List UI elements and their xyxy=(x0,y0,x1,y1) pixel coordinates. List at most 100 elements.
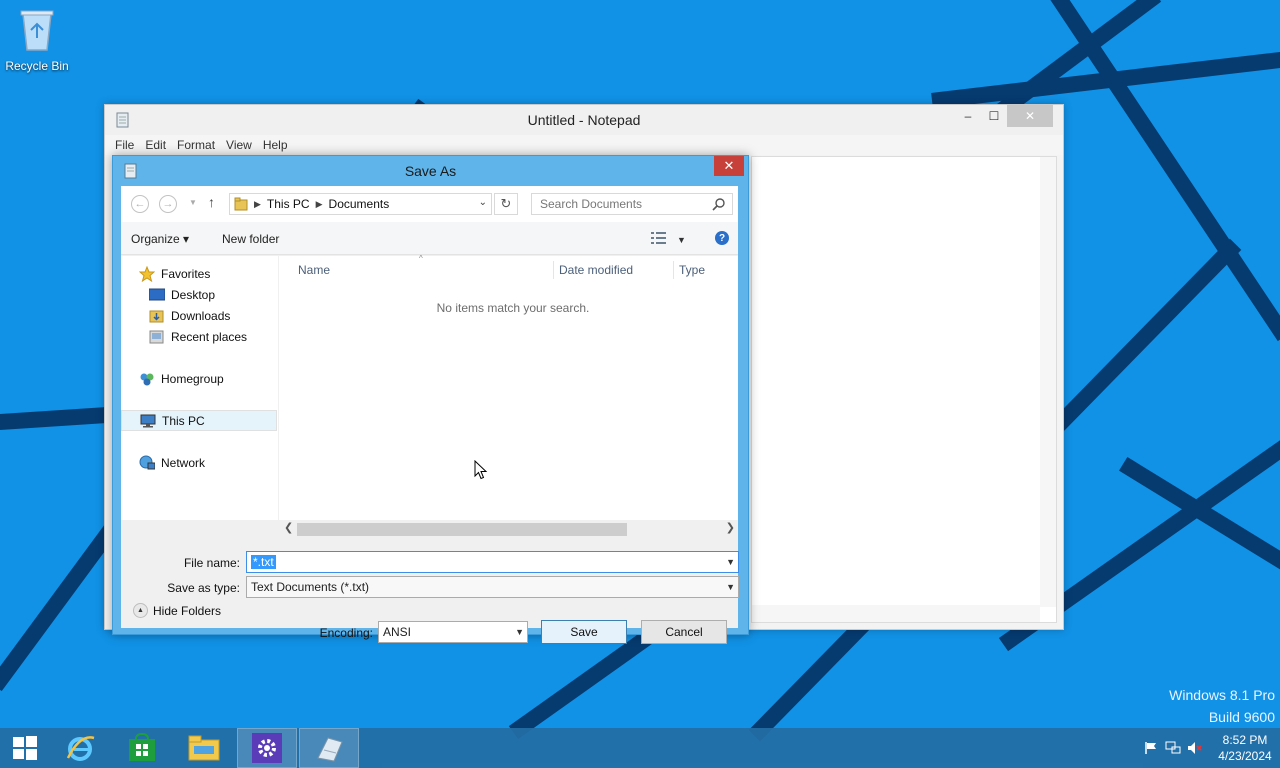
nav-this-pc[interactable]: This PC xyxy=(121,410,277,431)
address-bar[interactable]: ▶ This PC ▶ Documents ⌄ xyxy=(229,193,492,215)
encoding-label: Encoding: xyxy=(319,626,373,640)
start-icon[interactable] xyxy=(0,728,50,768)
recycle-bin-icon xyxy=(17,10,57,57)
column-divider[interactable] xyxy=(553,261,554,279)
taskbar: 8:52 PM 4/23/2024 xyxy=(0,728,1280,768)
encoding-value: ANSI xyxy=(383,625,412,639)
breadcrumb-separator-icon: ▶ xyxy=(254,198,261,209)
search-input[interactable]: Search Documents xyxy=(531,193,733,215)
save-button[interactable]: Save xyxy=(541,620,627,644)
menu-edit[interactable]: Edit xyxy=(145,138,166,152)
system-tray: 8:52 PM 4/23/2024 xyxy=(1138,728,1280,768)
nav-recent-places[interactable]: Recent places xyxy=(121,326,278,347)
breadcrumb-this-pc[interactable]: This PC xyxy=(267,197,310,211)
desktop-icon xyxy=(149,287,165,303)
new-folder-button[interactable]: New folder xyxy=(222,232,279,246)
search-icon xyxy=(712,197,726,214)
organize-button[interactable]: Organize ▾ xyxy=(131,232,189,246)
notepad-icon[interactable] xyxy=(299,728,359,768)
chevron-down-icon: ▼ xyxy=(677,234,686,245)
scroll-right-icon[interactable]: ❯ xyxy=(726,521,735,534)
chevron-down-icon[interactable]: ▼ xyxy=(726,557,735,567)
chevron-down-icon: ▼ xyxy=(515,627,524,637)
chevron-up-icon: ▲ xyxy=(133,603,148,618)
cancel-button[interactable]: Cancel xyxy=(641,620,727,644)
dialog-title: Save As xyxy=(404,163,457,179)
recycle-bin[interactable]: Recycle Bin xyxy=(4,6,70,73)
notepad-title: Untitled - Notepad xyxy=(527,112,641,128)
homegroup-icon xyxy=(139,371,155,387)
action-center-flag-icon[interactable] xyxy=(1142,741,1160,755)
nav-favorites[interactable]: Favorites xyxy=(121,263,278,284)
menu-format[interactable]: Format xyxy=(177,138,215,152)
downloads-icon xyxy=(149,308,165,324)
menu-file[interactable]: File xyxy=(115,138,134,152)
nav-network[interactable]: Network xyxy=(121,452,278,473)
menu-help[interactable]: Help xyxy=(263,138,288,152)
address-row: ← → ▼ ↑ ▶ This PC ▶ Documents ⌄ ↻ Search… xyxy=(121,186,738,222)
dialog-close-button[interactable]: ✕ xyxy=(714,156,744,176)
clock-date: 4/23/2024 xyxy=(1218,749,1272,763)
column-name[interactable]: Name xyxy=(298,263,330,283)
forward-icon[interactable]: → xyxy=(159,195,177,213)
scrollbar-thumb[interactable] xyxy=(297,523,627,536)
hide-folders-button[interactable]: ▲ Hide Folders xyxy=(133,603,221,618)
refresh-icon[interactable]: ↻ xyxy=(494,193,518,215)
computer-icon xyxy=(140,413,156,429)
column-date-modified[interactable]: Date modified xyxy=(559,263,633,283)
recycle-bin-label: Recycle Bin xyxy=(5,59,69,73)
breadcrumb-documents[interactable]: Documents xyxy=(329,197,390,211)
internet-explorer-icon[interactable] xyxy=(50,728,110,768)
clock[interactable]: 8:52 PM 4/23/2024 xyxy=(1210,732,1280,764)
notepad-menubar: File Edit Format View Help xyxy=(105,135,1063,155)
folder-icon xyxy=(234,197,248,211)
search-placeholder: Search Documents xyxy=(540,197,643,211)
settings-icon[interactable] xyxy=(237,728,297,768)
star-icon xyxy=(139,265,155,282)
nav-desktop[interactable]: Desktop xyxy=(121,284,278,305)
notepad-text-area[interactable] xyxy=(751,156,1057,623)
command-bar: Organize ▾ New folder ▼ ? xyxy=(121,222,738,255)
file-list-horizontal-scrollbar[interactable]: ❮ ❯ xyxy=(279,520,738,537)
sort-ascending-icon: ^ xyxy=(419,254,423,263)
notepad-titlebar[interactable]: Untitled - Notepad – ☐ ✕ xyxy=(105,105,1063,135)
help-icon[interactable]: ? xyxy=(715,231,729,245)
column-divider[interactable] xyxy=(673,261,674,279)
store-icon[interactable] xyxy=(112,728,172,768)
nav-downloads[interactable]: Downloads xyxy=(121,305,278,326)
maximize-button[interactable]: ☐ xyxy=(981,105,1007,127)
empty-message: No items match your search. xyxy=(436,301,590,315)
close-button[interactable]: ✕ xyxy=(1007,105,1053,127)
save-as-dialog: Save As ✕ ← → ▼ ↑ ▶ This PC ▶ Documents … xyxy=(112,155,749,644)
watermark-edition: Windows 8.1 Pro xyxy=(1169,687,1275,703)
windows-watermark: Windows 8.1 Pro Build 9600 xyxy=(1169,684,1275,728)
horizontal-scrollbar[interactable] xyxy=(752,605,1040,622)
network-icon xyxy=(139,455,155,471)
vertical-scrollbar[interactable] xyxy=(1040,157,1056,607)
change-view-button[interactable]: ▼ xyxy=(651,232,686,247)
back-icon[interactable]: ← xyxy=(131,195,149,213)
save-as-type-select[interactable]: Text Documents (*.txt) ▼ xyxy=(246,576,739,598)
view-list-icon xyxy=(651,232,667,247)
recent-locations-dropdown-icon[interactable]: ▼ xyxy=(189,198,197,207)
mouse-cursor-icon xyxy=(474,459,488,483)
minimize-button[interactable]: – xyxy=(955,105,981,127)
save-as-type-value: Text Documents (*.txt) xyxy=(251,580,370,594)
file-name-label: File name: xyxy=(183,556,240,570)
column-type[interactable]: Type xyxy=(679,263,705,283)
file-name-field[interactable]: *.txt ▼ xyxy=(246,551,739,573)
dialog-titlebar[interactable]: Save As ✕ xyxy=(113,156,748,186)
file-list[interactable]: Name ^ Date modified Type No items match… xyxy=(279,254,738,520)
save-options: File name: *.txt ▼ Save as type: Text Do… xyxy=(121,537,739,644)
navigation-pane: Favorites Desktop Downloads Recent place… xyxy=(121,256,278,520)
nav-homegroup[interactable]: Homegroup xyxy=(121,368,278,389)
volume-muted-icon[interactable] xyxy=(1186,741,1204,755)
chevron-down-icon[interactable]: ⌄ xyxy=(479,197,487,208)
menu-view[interactable]: View xyxy=(226,138,252,152)
up-arrow-icon[interactable]: ↑ xyxy=(208,194,215,210)
file-explorer-icon[interactable] xyxy=(174,728,234,768)
encoding-select[interactable]: ANSI ▼ xyxy=(378,621,528,643)
scroll-left-icon[interactable]: ❮ xyxy=(284,521,293,534)
network-icon[interactable] xyxy=(1164,741,1182,755)
clock-time: 8:52 PM xyxy=(1222,733,1268,747)
